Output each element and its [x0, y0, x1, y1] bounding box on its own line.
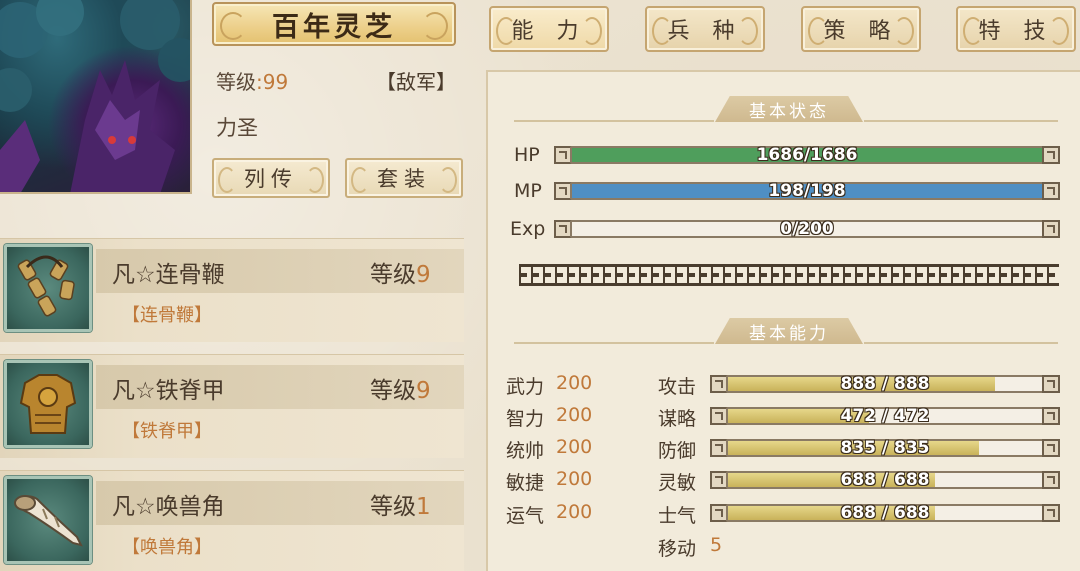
equipment-slot[interactable]: 凡☆铁脊甲 等级9 【铁脊甲】: [0, 354, 464, 458]
hp-label: HP: [514, 144, 540, 166]
level-label: 等级: [216, 70, 256, 94]
equipment-level-label: 等级: [370, 262, 416, 288]
basic-ability-header: 基本能力: [715, 318, 863, 344]
biography-button[interactable]: 列传: [212, 158, 330, 198]
agility-combat-value: 688 / 688: [840, 470, 930, 490]
equipment-level-value: 9: [416, 378, 431, 404]
morale-value: 688 / 688: [840, 503, 930, 523]
agility-combat-label: 灵敏: [658, 472, 697, 494]
armor-icon: [4, 360, 92, 448]
mp-label: MP: [514, 180, 542, 202]
decorative-border: [519, 264, 1059, 286]
equipment-type: 【唤兽角】: [122, 537, 212, 558]
equipment-name: 凡☆铁脊甲: [112, 378, 225, 404]
equipment-level-value: 1: [416, 494, 431, 520]
tab-ability[interactable]: 能 力: [489, 6, 609, 52]
hp-value: 1686/1686: [756, 145, 858, 165]
faction-tag: 【敌军】: [376, 70, 456, 94]
intelligence-label: 智力: [506, 408, 545, 430]
exp-label: Exp: [510, 218, 546, 240]
luck-value: 200: [556, 501, 593, 523]
character-portrait: [0, 0, 192, 194]
equipment-type: 【连骨鞭】: [122, 305, 212, 326]
defense-value: 835 / 835: [840, 438, 930, 458]
command-value: 200: [556, 436, 593, 458]
tactics-bar: 472 / 472: [726, 406, 1044, 426]
strength-label: 武力: [506, 376, 545, 398]
tab-troop-type[interactable]: 兵 种: [645, 6, 765, 52]
equipment-level-label: 等级: [370, 494, 416, 520]
intelligence-value: 200: [556, 404, 593, 426]
character-level: 等级:99: [216, 66, 288, 95]
exp-value: 0/200: [780, 219, 834, 239]
defense-bar: 835 / 835: [726, 438, 1044, 458]
equipment-level: 等级9: [370, 255, 431, 289]
horn-icon: [4, 476, 92, 564]
equipment-slot[interactable]: 凡☆唤兽角 等级1 【唤兽角】: [0, 470, 464, 571]
equipment-level-value: 9: [416, 262, 431, 288]
equipment-level-label: 等级: [370, 378, 416, 404]
equipment-name: 凡☆连骨鞭: [112, 262, 225, 288]
agility-label: 敏捷: [506, 472, 545, 494]
equipment-slot[interactable]: 凡☆连骨鞭 等级9 【连骨鞭】: [0, 238, 464, 342]
tab-special-skill[interactable]: 特 技: [956, 6, 1076, 52]
equipment-level: 等级1: [370, 487, 431, 521]
attack-value: 888 / 888: [840, 374, 930, 394]
chain-whip-icon: [4, 244, 92, 332]
mp-value: 198/198: [768, 181, 846, 201]
character-title: 力圣: [216, 116, 258, 140]
character-name: 百年灵芝: [272, 11, 396, 43]
attack-label: 攻击: [658, 376, 697, 398]
strength-value: 200: [556, 372, 593, 394]
exp-bar: 0/200: [570, 219, 1044, 239]
tab-strategy[interactable]: 策 略: [801, 6, 921, 52]
level-value: :99: [256, 70, 289, 94]
luck-label: 运气: [506, 505, 545, 527]
basic-status-header: 基本状态: [715, 96, 863, 122]
morale-bar: 688 / 688: [726, 503, 1044, 523]
agility-combat-bar: 688 / 688: [726, 470, 1044, 490]
equipment-type: 【铁脊甲】: [122, 421, 212, 442]
move-label: 移动: [658, 538, 697, 560]
morale-label: 士气: [658, 505, 697, 527]
attack-bar: 888 / 888: [726, 374, 1044, 394]
equipment-set-button[interactable]: 套装: [345, 158, 463, 198]
mp-bar: 198/198: [570, 181, 1044, 201]
tactics-label: 谋略: [658, 408, 697, 430]
equipment-level: 等级9: [370, 371, 431, 405]
defense-label: 防御: [658, 440, 697, 462]
hp-bar: 1686/1686: [570, 145, 1044, 165]
command-label: 统帅: [506, 440, 545, 462]
agility-value: 200: [556, 468, 593, 490]
move-value: 5: [710, 534, 723, 556]
tactics-value: 472 / 472: [840, 406, 930, 426]
character-name-banner: 百年灵芝: [212, 2, 456, 46]
equipment-name: 凡☆唤兽角: [112, 494, 225, 520]
